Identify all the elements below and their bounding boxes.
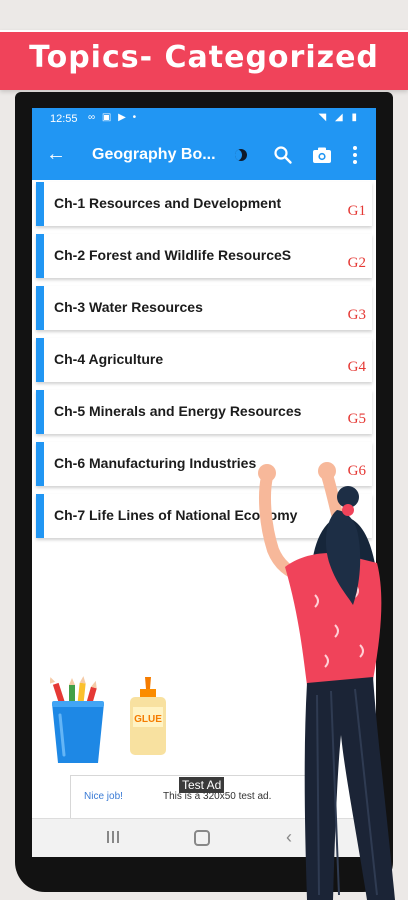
pencil-cup-illustration xyxy=(50,676,104,763)
more-vert-icon[interactable] xyxy=(353,143,359,167)
chapter-label: Ch-4 Agriculture xyxy=(54,351,164,367)
camera-icon[interactable] xyxy=(312,145,332,165)
search-icon[interactable] xyxy=(273,145,293,165)
chapter-code: G4 xyxy=(347,359,366,375)
chapter-item[interactable]: Ch-2 Forest and Wildlife ResourceS G2 xyxy=(36,234,372,278)
status-bar: 12:55 ∞ ▣ ▶ • ◥ ◢ ▮ xyxy=(32,108,376,132)
chapter-label: Ch-5 Minerals and Energy Resources xyxy=(54,403,302,419)
woman-illustration xyxy=(258,462,395,900)
chapter-code: G1 xyxy=(347,203,366,219)
glue-label: GLUE xyxy=(134,714,162,725)
chapter-item[interactable]: Ch-1 Resources and Development G1 xyxy=(36,182,372,226)
chapter-code: G2 xyxy=(347,255,366,271)
chapter-label: Ch-1 Resources and Development xyxy=(54,195,282,211)
app-bar-title: Geography Bo... xyxy=(92,146,216,163)
chapter-label: Ch-6 Manufacturing Industries xyxy=(54,455,257,471)
chapter-item[interactable]: Ch-4 Agriculture G4 xyxy=(36,338,372,382)
glue-bottle-illustration: GLUE xyxy=(128,677,168,757)
system-status-icons: ◥ ◢ ▮ xyxy=(318,112,360,123)
promo-banner-title: Topics- Categorized xyxy=(29,40,379,75)
chapter-code: G5 xyxy=(347,411,366,427)
home-icon[interactable] xyxy=(194,830,210,846)
ad-cta[interactable]: Nice job! xyxy=(84,791,123,802)
chapter-item[interactable]: Ch-3 Water Resources G3 xyxy=(36,286,372,330)
notification-icons: ∞ ▣ ▶ • xyxy=(88,112,139,123)
promo-banner: Topics- Categorized xyxy=(0,30,408,90)
ad-tag: Test Ad xyxy=(179,777,225,793)
recent-apps-icon[interactable] xyxy=(106,831,120,843)
chapter-code: G3 xyxy=(347,307,366,323)
arrow-left-icon[interactable]: ← xyxy=(46,143,66,166)
app-bar: ← Geography Bo... xyxy=(32,132,376,180)
chapter-item[interactable]: Ch-5 Minerals and Energy Resources G5 xyxy=(36,390,372,434)
chapter-label: Ch-3 Water Resources xyxy=(54,299,203,315)
chapter-label: Ch-2 Forest and Wildlife ResourceS xyxy=(54,247,292,263)
moon-icon[interactable] xyxy=(235,149,247,161)
status-time: 12:55 xyxy=(50,113,78,125)
